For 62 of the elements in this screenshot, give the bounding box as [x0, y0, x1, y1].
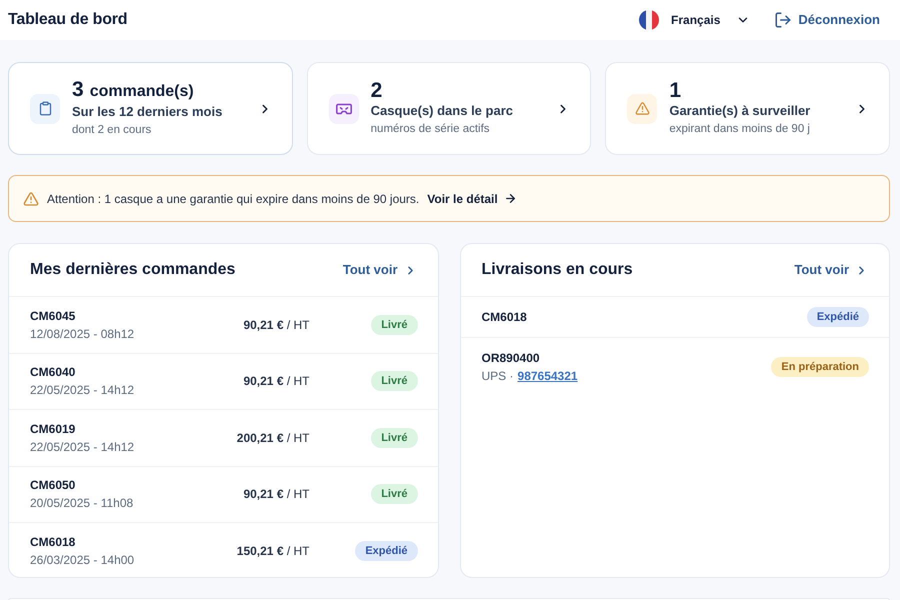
details-link[interactable]: Voir le détail [427, 190, 517, 208]
stat-value: 1 [669, 80, 682, 102]
panel-title: Livraisons en cours [482, 260, 633, 280]
delivery-id: OR890400 [482, 350, 541, 367]
stat-value: 3 [72, 78, 84, 100]
warning-icon [23, 190, 39, 206]
status-badge: Livré [371, 371, 418, 392]
page-title: Tableau de bord [8, 10, 128, 30]
order-amount: 90,21 € / HT [243, 486, 310, 504]
warning-text: Attention : 1 casque a une garantie qui expire dans moins de 90 jours. [47, 190, 420, 208]
status-badge: Livré [371, 484, 418, 504]
warning-icon [627, 94, 658, 124]
stat-title: Casque(s) dans le parc [370, 102, 514, 120]
status-badge: Expédié [806, 307, 869, 327]
see-all-link[interactable]: Tout voir [794, 260, 868, 280]
tracking-link[interactable]: 987654321 [518, 367, 578, 385]
stat-title: Garantie(s) à surveiller [669, 102, 812, 120]
clipboard-icon [30, 94, 60, 124]
order-id: CM6019 [30, 420, 76, 438]
order-id: CM6040 [30, 364, 76, 382]
delivery-row[interactable]: CM6018 Expédié [460, 297, 889, 338]
french-flag-icon [639, 10, 660, 30]
language-selector[interactable]: Français [639, 10, 750, 30]
order-amount: 150,21 € / HT [236, 543, 310, 560]
panel-title: Mes dernières commandes [30, 260, 236, 280]
carrier-name: UPS · [482, 368, 514, 385]
see-all-link[interactable]: Tout voir [342, 260, 416, 280]
stat-value: 2 [370, 80, 382, 102]
order-date: 22/05/2025 - 14h12 [30, 438, 136, 456]
order-row[interactable]: CM6045 12/08/2025 - 08h12 90,21 € / HT Livré [9, 297, 438, 354]
status-badge: En préparation [771, 357, 869, 377]
order-date: 20/05/2025 - 11h08 [30, 495, 134, 512]
logout-button[interactable]: Déconnexion [774, 10, 880, 30]
order-row[interactable]: CM6050 20/05/2025 - 11h08 90,21 € / HT Livré [9, 466, 438, 523]
order-amount: 200,21 € / HT [236, 430, 310, 447]
status-badge: Livré [371, 428, 418, 448]
stat-subtitle: numéros de série actifs [370, 122, 491, 136]
stat-unit: commande(s) [90, 82, 194, 102]
order-date: 26/03/2025 - 14h00 [30, 552, 136, 570]
status-badge: Expédié [355, 541, 418, 562]
stat-card[interactable]: 1 Garantie(s) à surveiller expirant dans moins de 90 j [605, 62, 890, 155]
order-id: CM6045 [30, 308, 76, 325]
stat-card[interactable]: 2 Casque(s) dans le parc numéros de série actifs [306, 62, 592, 155]
delivery-row[interactable]: OR890400 UPS · 987654321 En préparation [460, 338, 889, 396]
logout-icon [774, 11, 792, 29]
order-row[interactable]: CM6018 26/03/2025 - 14h00 150,21 € / HT Expédié [9, 523, 438, 577]
stat-subtitle: dont 2 en cours [72, 122, 152, 138]
order-id: CM6050 [30, 477, 76, 494]
order-date: 12/08/2025 - 08h12 [30, 326, 136, 343]
order-id: CM6018 [30, 534, 76, 552]
status-badge: Livré [371, 314, 418, 335]
order-date: 22/05/2025 - 14h12 [30, 382, 136, 400]
order-amount: 90,21 € / HT [243, 316, 310, 334]
order-row[interactable]: CM6040 22/05/2025 - 14h12 90,21 € / HT Livré [9, 354, 438, 410]
delivery-id: CM6018 [482, 309, 527, 326]
stat-card[interactable]: 3 commande(s) Sur les 12 derniers mois dont 2 en cours [8, 62, 293, 155]
order-row[interactable]: CM6019 22/05/2025 - 14h12 200,21 € / HT Livré [9, 410, 438, 466]
arrow-right-icon [504, 192, 517, 205]
order-amount: 90,21 € / HT [243, 373, 310, 390]
vr-headset-tile-icon [328, 94, 359, 124]
stat-title: Sur les 12 derniers mois [72, 102, 224, 120]
stat-subtitle: expirant dans moins de 90 j [669, 122, 811, 136]
